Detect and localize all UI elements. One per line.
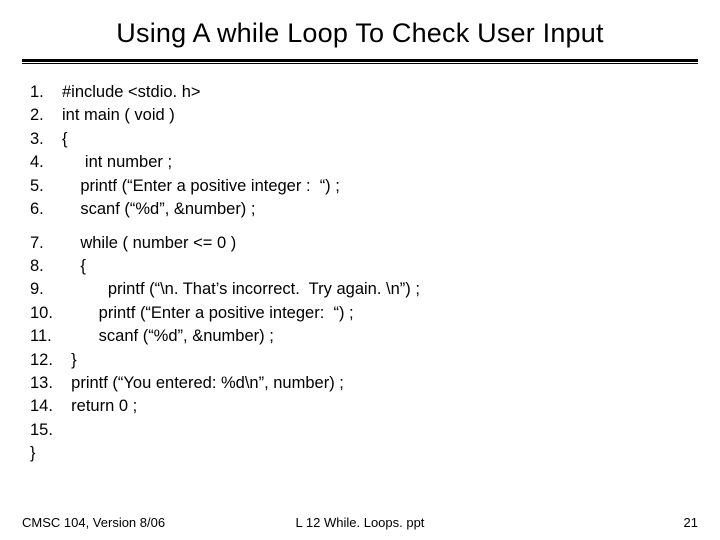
slide-title: Using A while Loop To Check User Input — [22, 18, 698, 49]
code-line: 14. return 0 ; — [30, 395, 698, 418]
code-line: 1.#include <stdio. h> — [30, 81, 698, 104]
code-line: 6. scanf (“%d”, &number) ; — [30, 198, 698, 221]
code-line: 13. printf (“You entered: %d\n”, number)… — [30, 372, 698, 395]
code-line: 15. } — [30, 419, 698, 466]
code-line: 9. printf (“\n. That’s incorrect. Try ag… — [30, 278, 698, 301]
code-line: 10. printf (“Enter a positive integer: “… — [30, 302, 698, 325]
slide: Using A while Loop To Check User Input 1… — [0, 0, 720, 540]
code-line: 7. while ( number <= 0 ) — [30, 232, 698, 255]
code-block-2: 7. while ( number <= 0 ) 8. { 9. printf … — [22, 232, 698, 466]
code-line: 5. printf (“Enter a positive integer : “… — [30, 175, 698, 198]
code-line: 8. { — [30, 255, 698, 278]
footer-center: L 12 While. Loops. ppt — [22, 515, 698, 530]
code-line: 3.{ — [30, 128, 698, 151]
code-block-1: 1.#include <stdio. h> 2.int main ( void … — [22, 81, 698, 222]
code-line: 2.int main ( void ) — [30, 104, 698, 127]
title-divider — [22, 59, 698, 65]
slide-footer: CMSC 104, Version 8/06 L 12 While. Loops… — [22, 515, 698, 530]
code-line: 12. } — [30, 349, 698, 372]
code-line: 4. int number ; — [30, 151, 698, 174]
code-line: 11. scanf (“%d”, &number) ; — [30, 325, 698, 348]
